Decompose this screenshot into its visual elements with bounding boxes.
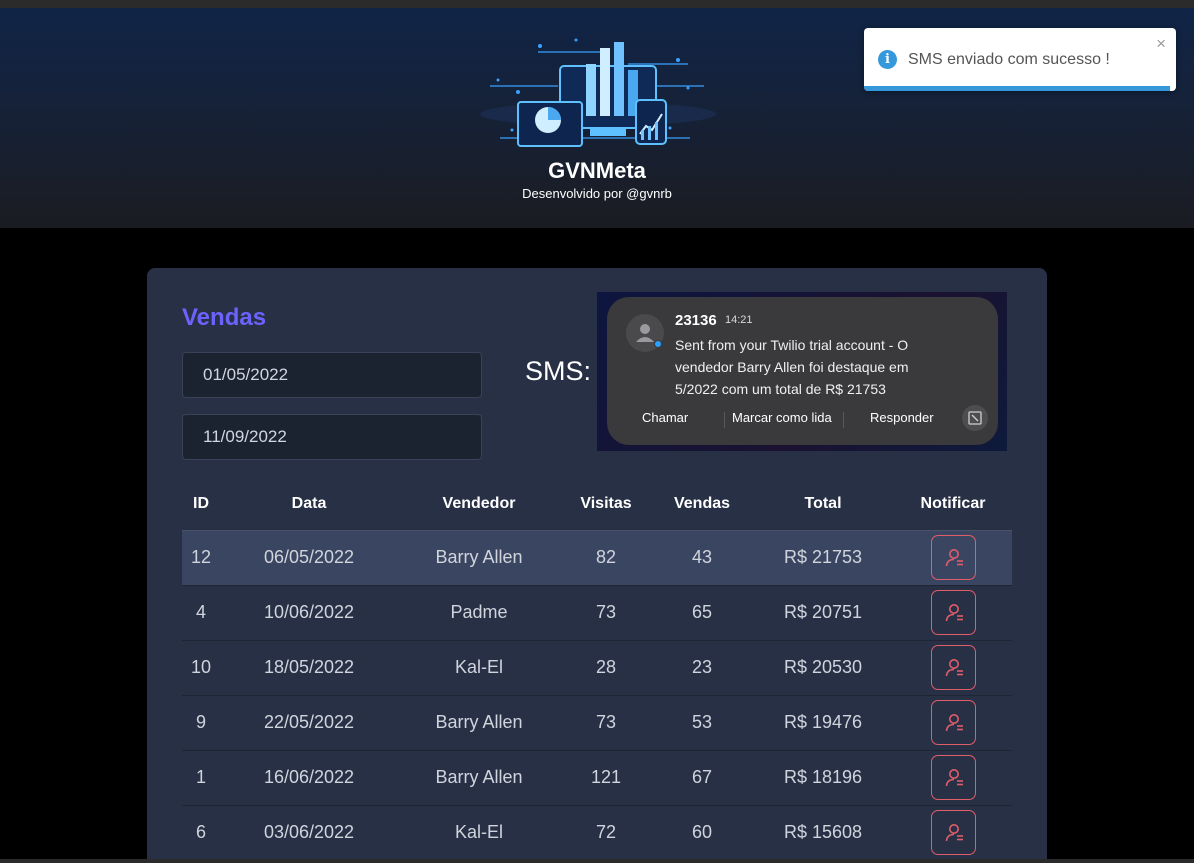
cell-id: 9 <box>182 695 220 751</box>
cell-total: R$ 20751 <box>752 585 894 641</box>
cell-date: 06/05/2022 <box>220 530 398 586</box>
cell-seller: Kal-El <box>398 640 560 696</box>
cell-visits: 121 <box>560 750 652 806</box>
notify-button[interactable] <box>930 535 976 580</box>
cell-date: 16/06/2022 <box>220 750 398 806</box>
cell-seller: Barry Allen <box>398 750 560 806</box>
table-row: 12 06/05/2022 Barry Allen 82 43 R$ 21753 <box>182 530 1012 586</box>
browser-top-strip <box>0 0 1194 8</box>
divider <box>843 412 844 428</box>
toast-message: SMS enviado com sucesso ! <box>908 51 1110 68</box>
cell-deals: 67 <box>652 750 752 806</box>
sms-label: SMS: <box>525 356 592 386</box>
cell-total: R$ 18196 <box>752 750 894 806</box>
table-row: 9 22/05/2022 Barry Allen 73 53 R$ 19476 <box>182 695 1012 751</box>
unread-dot-icon <box>654 340 662 348</box>
notify-button[interactable] <box>930 590 976 635</box>
cell-notify <box>894 695 1012 751</box>
sms-action-call: Chamar <box>642 410 689 425</box>
cell-id: 10 <box>182 640 220 696</box>
cell-seller: Barry Allen <box>398 695 560 751</box>
col-notify: Notificar <box>894 478 1012 531</box>
developer-byline: Desenvolvido por @gvnrb <box>522 186 672 201</box>
cell-date: 03/06/2022 <box>220 805 398 861</box>
col-total: Total <box>752 478 894 531</box>
table-row: 10 18/05/2022 Kal-El 28 23 R$ 20530 <box>182 640 1012 696</box>
cell-visits: 73 <box>560 695 652 751</box>
cell-notify <box>894 640 1012 696</box>
cell-total: R$ 20530 <box>752 640 894 696</box>
col-visits: Visitas <box>560 478 652 531</box>
brand-title: GVNMeta <box>548 158 646 183</box>
cell-seller: Padme <box>398 585 560 641</box>
sales-card: Vendas SMS: 23136 14:21 Sent from your T… <box>147 268 1047 863</box>
notify-button[interactable] <box>930 755 976 800</box>
cell-total: R$ 21753 <box>752 530 894 586</box>
cell-deals: 60 <box>652 805 752 861</box>
sms-sender: 23136 <box>675 312 717 329</box>
table-header-row: ID Data Vendedor Visitas Vendas Total No… <box>182 478 1012 531</box>
sales-title: Vendas <box>182 304 267 331</box>
cell-visits: 73 <box>560 585 652 641</box>
table-row: 6 03/06/2022 Kal-El 72 60 R$ 15608 <box>182 805 1012 861</box>
table-row: 1 16/06/2022 Barry Allen 121 67 R$ 18196 <box>182 750 1012 806</box>
cell-seller: Barry Allen <box>398 530 560 586</box>
expand-icon <box>962 405 988 431</box>
max-date-input[interactable] <box>182 414 482 460</box>
toast-notification: i SMS enviado com sucesso ! × <box>864 28 1176 91</box>
sales-table: ID Data Vendedor Visitas Vendas Total No… <box>182 478 1012 861</box>
col-deals: Vendas <box>652 478 752 531</box>
min-date-input[interactable] <box>182 352 482 398</box>
cell-deals: 65 <box>652 585 752 641</box>
sms-screenshot-image: 23136 14:21 Sent from your Twilio trial … <box>597 292 1007 451</box>
cell-notify <box>894 585 1012 641</box>
cell-id: 4 <box>182 585 220 641</box>
sms-action-reply: Responder <box>870 410 934 425</box>
cell-notify <box>894 805 1012 861</box>
notify-button[interactable] <box>930 700 976 745</box>
sms-time: 14:21 <box>725 314 753 326</box>
info-icon: i <box>878 50 897 69</box>
cell-date: 10/06/2022 <box>220 585 398 641</box>
table-row: 4 10/06/2022 Padme 73 65 R$ 20751 <box>182 585 1012 641</box>
cell-visits: 82 <box>560 530 652 586</box>
sms-body: Sent from your Twilio trial account - O … <box>675 337 909 397</box>
cell-deals: 43 <box>652 530 752 586</box>
cell-notify <box>894 750 1012 806</box>
col-id: ID <box>182 478 220 531</box>
notify-button[interactable] <box>930 645 976 690</box>
col-date: Data <box>220 478 398 531</box>
toast-progress-bar <box>864 86 1170 91</box>
bottom-strip <box>0 859 1194 863</box>
cell-id: 6 <box>182 805 220 861</box>
cell-visits: 28 <box>560 640 652 696</box>
cell-date: 22/05/2022 <box>220 695 398 751</box>
sms-actions: Chamar Marcar como lida Responder <box>607 410 998 430</box>
cell-id: 12 <box>182 530 220 586</box>
close-icon[interactable]: × <box>1156 34 1166 54</box>
sms-notification-card: 23136 14:21 Sent from your Twilio trial … <box>607 297 998 445</box>
cell-id: 1 <box>182 750 220 806</box>
cell-total: R$ 19476 <box>752 695 894 751</box>
notify-button[interactable] <box>930 810 976 855</box>
cell-deals: 53 <box>652 695 752 751</box>
cell-visits: 72 <box>560 805 652 861</box>
divider <box>724 412 725 428</box>
analytics-dashboard-illustration-icon <box>480 38 716 147</box>
cell-notify <box>894 530 1012 586</box>
cell-total: R$ 15608 <box>752 805 894 861</box>
sms-action-mark-read: Marcar como lida <box>732 410 832 425</box>
cell-date: 18/05/2022 <box>220 640 398 696</box>
cell-seller: Kal-El <box>398 805 560 861</box>
cell-deals: 23 <box>652 640 752 696</box>
col-seller: Vendedor <box>398 478 560 531</box>
